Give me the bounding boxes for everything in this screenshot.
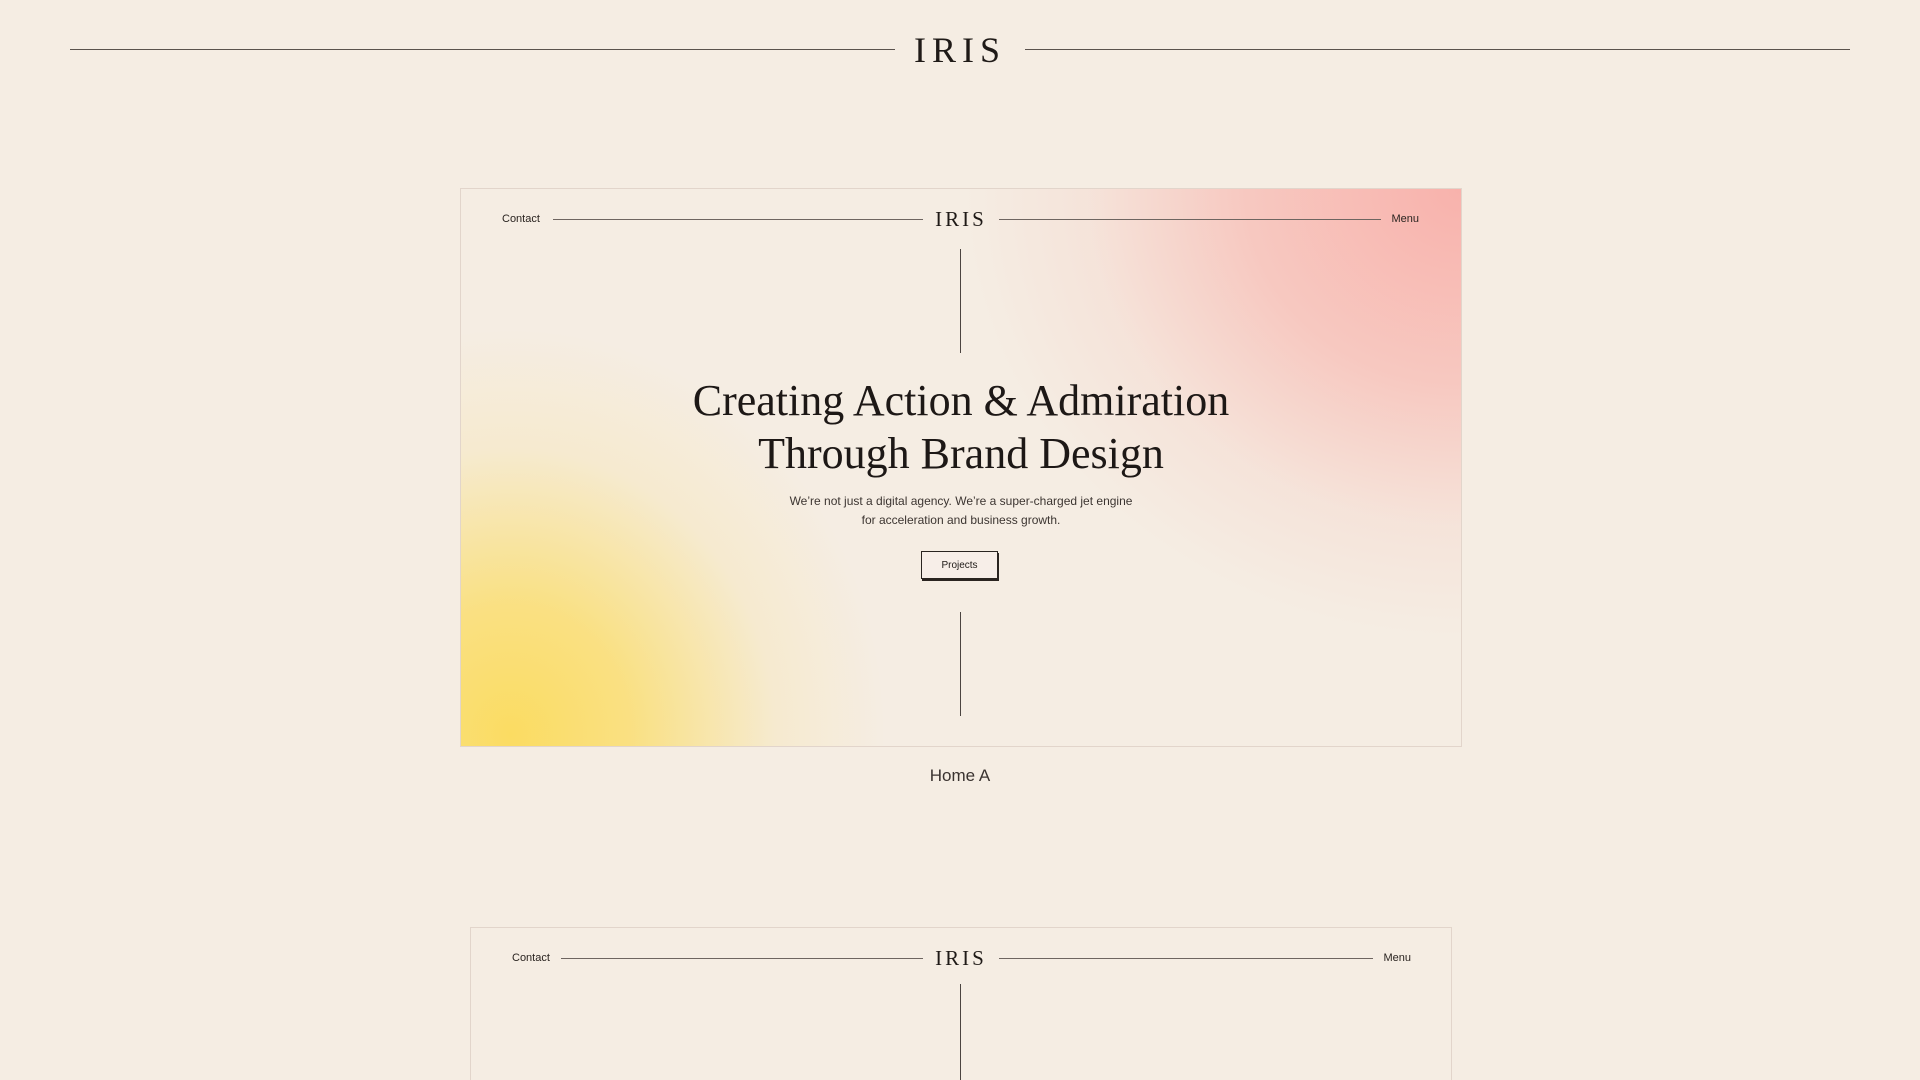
contact-link[interactable]: Contact	[502, 213, 540, 225]
top-header: IRIS	[70, 28, 1850, 72]
hero-title-line-1: Creating Action & Admiration	[692, 376, 1230, 425]
projects-button[interactable]: Projects	[921, 551, 998, 579]
hero-subtitle: We’re not just a digital agency. We’re a…	[461, 492, 1461, 530]
hero-title-line-2: Through Brand Design	[758, 429, 1164, 478]
preview-caption: Home A	[929, 766, 991, 785]
hero-title: Creating Action & Admiration Through Bra…	[461, 374, 1461, 480]
home-b-preview[interactable]: Contact IRIS Menu	[470, 927, 1452, 1080]
vertical-divider-top	[960, 984, 961, 1080]
preview-b-nav: Contact IRIS Menu	[471, 928, 1451, 988]
nav-divider-left	[561, 958, 923, 959]
preview-logo[interactable]: IRIS	[923, 945, 999, 971]
nav-divider-right	[999, 958, 1373, 959]
nav-divider-left	[553, 219, 923, 220]
site-logo[interactable]: IRIS	[895, 28, 1025, 72]
preview-nav: Contact IRIS Menu	[461, 189, 1461, 249]
header-divider-right	[1025, 49, 1850, 50]
vertical-divider-top	[960, 249, 961, 353]
home-a-preview[interactable]: Contact IRIS Menu Creating Action & Admi…	[460, 188, 1462, 747]
nav-divider-right	[999, 219, 1381, 220]
menu-link[interactable]: Menu	[1391, 213, 1419, 225]
contact-link[interactable]: Contact	[512, 952, 550, 964]
vertical-divider-bottom	[960, 612, 961, 716]
hero-subtitle-line-2: for acceleration and business growth.	[861, 513, 1061, 527]
header-divider-left	[70, 49, 895, 50]
preview-logo[interactable]: IRIS	[923, 206, 999, 232]
hero-subtitle-line-1: We’re not just a digital agency. We’re a…	[789, 494, 1133, 508]
menu-link[interactable]: Menu	[1383, 952, 1411, 964]
